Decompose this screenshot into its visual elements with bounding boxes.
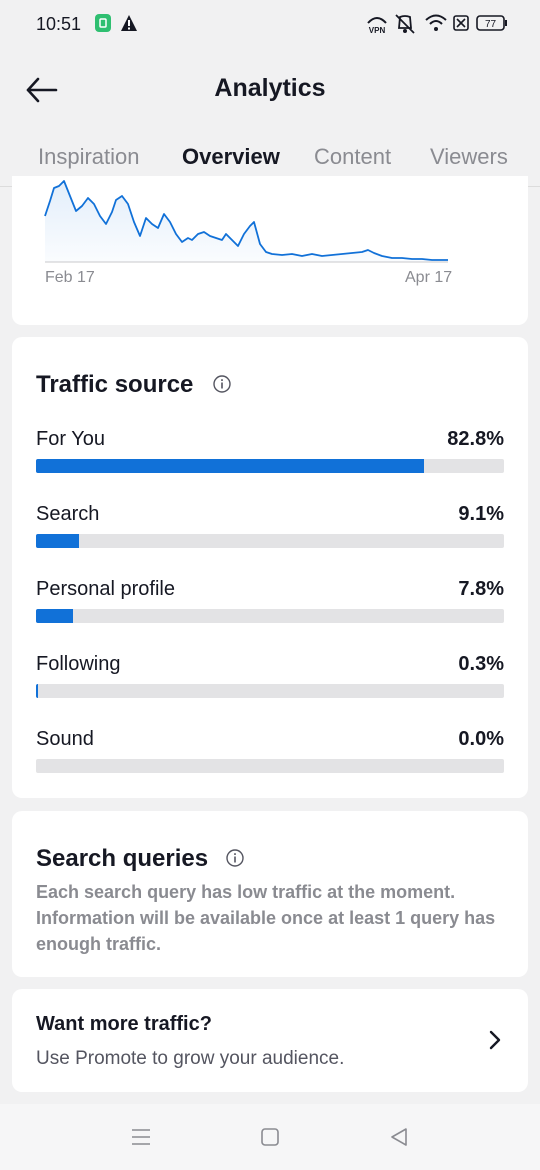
info-icon[interactable] <box>226 849 244 867</box>
chart-x-label-end: Apr 17 <box>405 269 453 286</box>
battery-level: 77 <box>485 19 497 30</box>
promote-subtitle: Use Promote to grow your audience. <box>36 1048 345 1069</box>
chevron-right-icon <box>488 1029 502 1051</box>
header: Analytics <box>0 48 540 130</box>
traffic-label: For You <box>36 428 105 450</box>
app-notification-icon <box>94 13 112 38</box>
traffic-row-sound: Sound 0.0% <box>36 728 504 788</box>
traffic-bar-fill <box>36 609 73 623</box>
traffic-bar-fill <box>36 534 79 548</box>
views-chart-card: Feb 17 Apr 17 <box>12 176 528 325</box>
promote-card[interactable]: Want more traffic? Use Promote to grow y… <box>12 989 528 1092</box>
chart-area <box>45 181 448 262</box>
wifi-icon <box>424 13 448 38</box>
traffic-value: 9.1% <box>458 503 504 525</box>
tab-viewers[interactable]: Viewers <box>430 144 508 170</box>
traffic-label: Personal profile <box>36 578 175 600</box>
promote-title: Want more traffic? <box>36 1013 212 1035</box>
traffic-row-following: Following 0.3% <box>36 653 504 713</box>
page-title: Analytics <box>214 74 326 102</box>
mute-icon <box>392 13 418 40</box>
chart-x-label-start: Feb 17 <box>45 269 95 286</box>
status-bar: 10:51 VPN 77 <box>0 0 540 48</box>
traffic-bar-track <box>36 759 504 773</box>
traffic-bar-track <box>36 459 504 473</box>
svg-text:VPN: VPN <box>369 26 386 35</box>
tab-content[interactable]: Content <box>314 144 391 170</box>
tab-inspiration[interactable]: Inspiration <box>38 144 140 170</box>
traffic-label: Following <box>36 653 121 675</box>
status-time: 10:51 <box>36 14 82 34</box>
traffic-row-personal-profile: Personal profile 7.8% <box>36 578 504 638</box>
traffic-row-search: Search 9.1% <box>36 503 504 563</box>
traffic-source-title: Traffic source <box>36 371 194 398</box>
traffic-label: Sound <box>36 728 94 750</box>
search-queries-card: Search queries Each search query has low… <box>12 811 528 977</box>
traffic-bar-track <box>36 684 504 698</box>
traffic-row-for-you: For You 82.8% <box>36 428 504 488</box>
traffic-label: Search <box>36 503 100 525</box>
menu-icon[interactable] <box>130 1126 152 1153</box>
home-icon[interactable] <box>259 1126 281 1153</box>
tab-overview[interactable]: Overview <box>182 144 280 170</box>
traffic-bar-track <box>36 609 504 623</box>
system-nav-bar <box>0 1104 540 1170</box>
traffic-source-card: Traffic source For You 82.8% Search 9.1%… <box>12 337 528 798</box>
traffic-value: 0.0% <box>458 728 504 750</box>
traffic-bar-track <box>36 534 504 548</box>
vpn-icon: VPN <box>366 13 388 40</box>
traffic-value: 0.3% <box>458 653 504 675</box>
search-queries-description: Each search query has low traffic at the… <box>36 882 496 954</box>
warning-icon <box>120 13 138 38</box>
search-queries-title: Search queries <box>36 845 209 872</box>
traffic-value: 82.8% <box>447 428 504 450</box>
back-icon[interactable] <box>388 1126 410 1153</box>
info-icon[interactable] <box>213 375 231 393</box>
traffic-bar-fill <box>36 684 38 698</box>
battery-icon: 77 <box>476 13 508 38</box>
sim-icon <box>452 13 470 38</box>
traffic-value: 7.8% <box>458 578 504 600</box>
traffic-bar-fill <box>36 459 424 473</box>
